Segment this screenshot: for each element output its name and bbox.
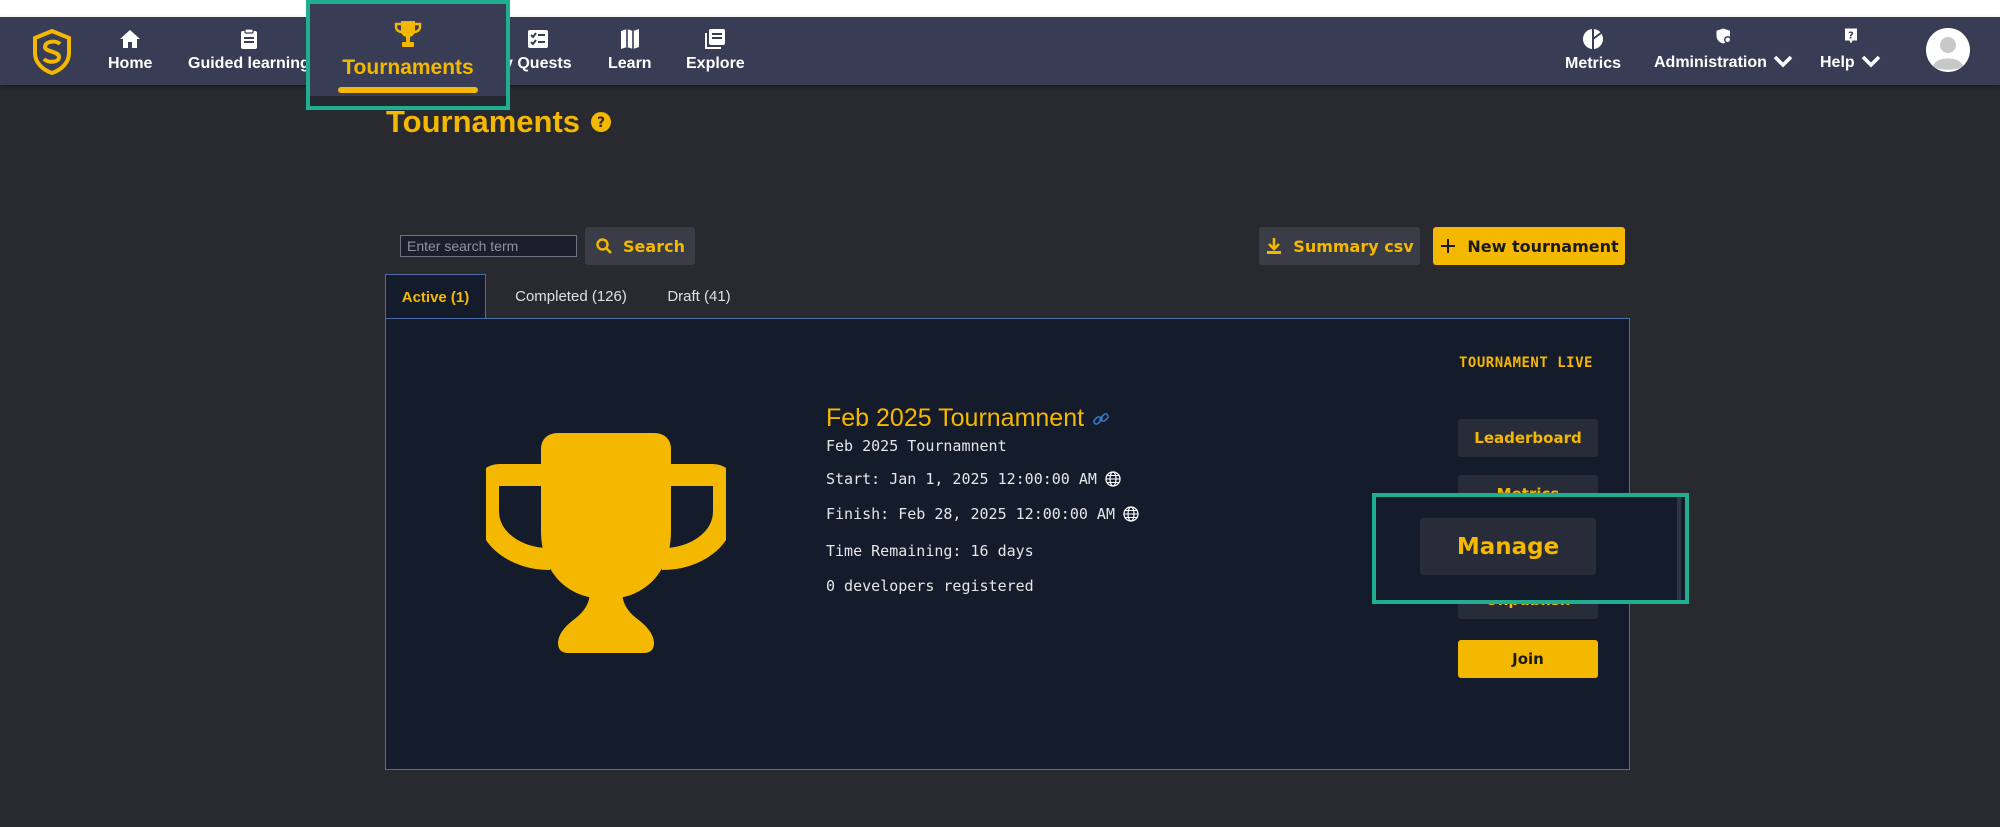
- nav-help-text: Help: [1820, 54, 1855, 71]
- nav-help[interactable]: ? Help: [1820, 27, 1883, 77]
- search-icon: [596, 238, 612, 254]
- svg-text:?: ?: [597, 115, 605, 131]
- nav-guided-learning-label: Guided learning: [188, 55, 310, 72]
- nav-home[interactable]: Home: [108, 27, 152, 77]
- new-tournament-button[interactable]: New tournament: [1433, 227, 1625, 265]
- summary-csv-label: Summary csv: [1293, 236, 1414, 256]
- home-icon: [120, 30, 141, 48]
- globe-icon[interactable]: [1105, 471, 1121, 487]
- chevron-down-icon: [1773, 55, 1793, 68]
- nav-metrics[interactable]: Metrics: [1565, 27, 1621, 77]
- join-label: Join: [1512, 650, 1544, 668]
- browser-top-strip: [0, 0, 2000, 17]
- tab-active[interactable]: Active (1): [385, 274, 486, 319]
- manage-button[interactable]: Manage: [1420, 518, 1596, 575]
- tournament-start: Start: Jan 1, 2025 12:00:00 AM: [826, 470, 1121, 488]
- leaderboard-button[interactable]: Leaderboard: [1458, 419, 1598, 457]
- question-icon: ?: [1845, 28, 1858, 44]
- download-icon: [1267, 238, 1282, 254]
- manage-label: Manage: [1456, 533, 1560, 560]
- nav-tournaments-active[interactable]: Tournaments: [306, 0, 510, 110]
- book-icon: [620, 29, 639, 49]
- tournament-start-text: Start: Jan 1, 2025 12:00:00 AM: [826, 470, 1097, 488]
- shield-gear-icon: [1716, 28, 1732, 44]
- tournament-subtitle: Feb 2025 Tournamnent: [826, 437, 1007, 455]
- nav-tournaments-label: Tournaments: [342, 56, 474, 79]
- tab-draft-label: Draft (41): [667, 287, 731, 305]
- tab-active-label: Active (1): [401, 288, 470, 306]
- nav-home-label: Home: [108, 55, 153, 72]
- nav-explore[interactable]: Explore: [686, 27, 745, 77]
- nav-metrics-label: Metrics: [1565, 55, 1622, 72]
- clipboard-icon: [240, 28, 257, 49]
- nav-guided-learning[interactable]: Guided learning: [188, 27, 310, 77]
- tab-completed[interactable]: Completed (126): [493, 274, 649, 318]
- tab-bottom-shadow: [310, 96, 506, 106]
- link-icon[interactable]: [1092, 410, 1110, 428]
- nav-administration-label: Administration: [1654, 49, 1795, 77]
- plus-icon: [1441, 239, 1456, 253]
- checklist-icon: [527, 30, 548, 48]
- brand-logo-icon[interactable]: [32, 29, 72, 75]
- trophy-icon: [486, 433, 726, 653]
- nav-quests[interactable]: y Quests: [504, 27, 572, 77]
- user-avatar[interactable]: [1926, 28, 1970, 72]
- search-button[interactable]: Search: [585, 227, 695, 265]
- help-circle-icon[interactable]: ?: [590, 111, 612, 133]
- top-navbar: Home Guided learning y Quests Learn Expl…: [0, 17, 2000, 85]
- summary-csv-button[interactable]: Summary csv: [1259, 227, 1420, 265]
- nav-administration-text: Administration: [1654, 54, 1767, 71]
- new-tournament-label: New tournament: [1467, 236, 1619, 256]
- join-button[interactable]: Join: [1458, 640, 1598, 678]
- tournament-registered-count: 0 developers registered: [826, 577, 1034, 595]
- pie-chart-icon: [1583, 29, 1604, 49]
- nav-quests-label: y Quests: [504, 55, 572, 72]
- library-icon: [705, 29, 726, 49]
- user-silhouette-icon: [1926, 28, 1970, 72]
- tab-completed-label: Completed (126): [515, 287, 627, 305]
- tournament-finish: Finish: Feb 28, 2025 12:00:00 AM: [826, 505, 1139, 523]
- zoom-scrollbar: [1677, 497, 1681, 600]
- nav-learn[interactable]: Learn: [608, 27, 652, 77]
- nav-explore-label: Explore: [686, 55, 745, 72]
- tab-draft[interactable]: Draft (41): [647, 274, 751, 318]
- nav-help-label: Help: [1820, 49, 1883, 77]
- manage-highlight-zoom: Manage: [1372, 493, 1689, 604]
- active-tab-indicator: [338, 87, 478, 93]
- chevron-down-icon: [1861, 55, 1880, 68]
- svg-text:?: ?: [1849, 30, 1855, 41]
- tournament-finish-text: Finish: Feb 28, 2025 12:00:00 AM: [826, 505, 1115, 523]
- search-button-label: Search: [623, 236, 685, 256]
- globe-icon[interactable]: [1123, 506, 1139, 522]
- nav-administration[interactable]: Administration: [1654, 27, 1795, 77]
- search-input[interactable]: [400, 235, 577, 257]
- tournament-time-remaining: Time Remaining: 16 days: [826, 542, 1034, 560]
- tournament-title-text: Feb 2025 Tournamnent: [826, 404, 1085, 432]
- tournament-title: Feb 2025 Tournamnent: [826, 404, 1110, 433]
- leaderboard-label: Leaderboard: [1474, 429, 1582, 447]
- tournament-status-badge: TOURNAMENT LIVE: [1459, 355, 1593, 371]
- nav-learn-label: Learn: [608, 55, 652, 72]
- trophy-icon: [394, 21, 422, 47]
